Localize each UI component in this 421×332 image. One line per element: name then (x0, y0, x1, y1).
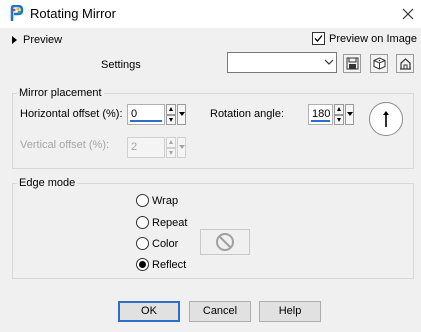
spin-dropdown-button[interactable] (345, 104, 354, 125)
dial-arrow-icon (383, 111, 389, 127)
rotation-angle-label: Rotation angle: (210, 108, 284, 120)
preview-toggle[interactable]: Preview (12, 33, 62, 47)
focus-underline (311, 120, 330, 122)
save-preset-button[interactable] (343, 54, 361, 73)
spin-down-button[interactable] (334, 114, 344, 125)
checkmark-icon (314, 35, 323, 42)
horizontal-offset-label: Horizontal offset (%): (20, 108, 123, 120)
spin-up-button[interactable] (166, 137, 176, 148)
spin-down-button[interactable] (166, 114, 176, 125)
spin-buttons (166, 137, 176, 158)
radio-button[interactable] (136, 216, 149, 229)
settings-label: Settings (101, 59, 141, 71)
horizontal-offset-value: 0 (131, 108, 138, 120)
radio-label: Wrap (152, 194, 179, 207)
spin-dropdown-button[interactable] (177, 137, 186, 158)
spin-up-button[interactable] (166, 104, 176, 115)
preview-on-image-label: Preview on Image (329, 32, 418, 45)
ok-button[interactable]: OK (118, 301, 180, 322)
rotation-angle-input[interactable]: 180 (308, 104, 333, 125)
rotation-angle-spinner[interactable]: 180 (308, 104, 354, 125)
rotation-angle-value: 180 (312, 108, 331, 120)
rotation-angle-dial[interactable] (369, 102, 403, 136)
radio-button[interactable] (136, 237, 149, 250)
help-button[interactable]: Help (259, 301, 321, 322)
spin-buttons (334, 104, 344, 125)
edge-mode-wrap-radio[interactable]: Wrap (136, 194, 178, 207)
chevron-down-icon (324, 59, 334, 65)
expand-triangle-icon (12, 36, 17, 44)
vertical-offset-value: 2 (131, 141, 138, 153)
checkbox-box[interactable] (312, 32, 325, 45)
window-title: Rotating Mirror (30, 6, 116, 21)
app-icon (8, 4, 24, 22)
close-icon (402, 8, 414, 20)
spin-buttons (166, 104, 176, 125)
vertical-offset-spinner[interactable]: 2 (127, 137, 186, 158)
no-color-icon (216, 233, 234, 251)
radio-label: Reflect (152, 258, 187, 271)
edge-mode-color-radio[interactable]: Color (136, 237, 178, 250)
edge-mode-repeat-radio[interactable]: Repeat (136, 216, 187, 229)
edge-mode-reflect-radio[interactable]: Reflect (136, 258, 186, 271)
edge-mode-legend: Edge mode (17, 177, 78, 189)
cancel-button[interactable]: Cancel (189, 301, 251, 322)
randomize-icon (373, 57, 386, 70)
close-button[interactable] (398, 4, 418, 24)
spin-dropdown-button[interactable] (177, 104, 186, 125)
radio-button[interactable] (136, 258, 149, 271)
preview-label: Preview (23, 34, 63, 46)
save-preset-icon (346, 57, 359, 70)
spin-down-button[interactable] (166, 147, 176, 158)
reset-button[interactable] (396, 54, 414, 73)
randomize-button[interactable] (370, 54, 388, 73)
reset-icon (400, 58, 411, 70)
spin-up-button[interactable] (334, 104, 344, 115)
settings-dropdown[interactable] (227, 52, 337, 73)
vertical-offset-label: Vertical offset (%): (20, 139, 110, 151)
vertical-offset-input[interactable]: 2 (127, 137, 165, 158)
preview-on-image-checkbox[interactable]: Preview on Image (312, 32, 417, 45)
horizontal-offset-input[interactable]: 0 (127, 104, 165, 125)
edge-color-swatch[interactable] (200, 229, 250, 255)
radio-button[interactable] (136, 194, 149, 207)
radio-label: Repeat (152, 216, 188, 229)
horizontal-offset-spinner[interactable]: 0 (127, 104, 186, 125)
radio-label: Color (152, 237, 179, 250)
mirror-placement-legend: Mirror placement (17, 87, 104, 99)
focus-underline (130, 120, 162, 122)
